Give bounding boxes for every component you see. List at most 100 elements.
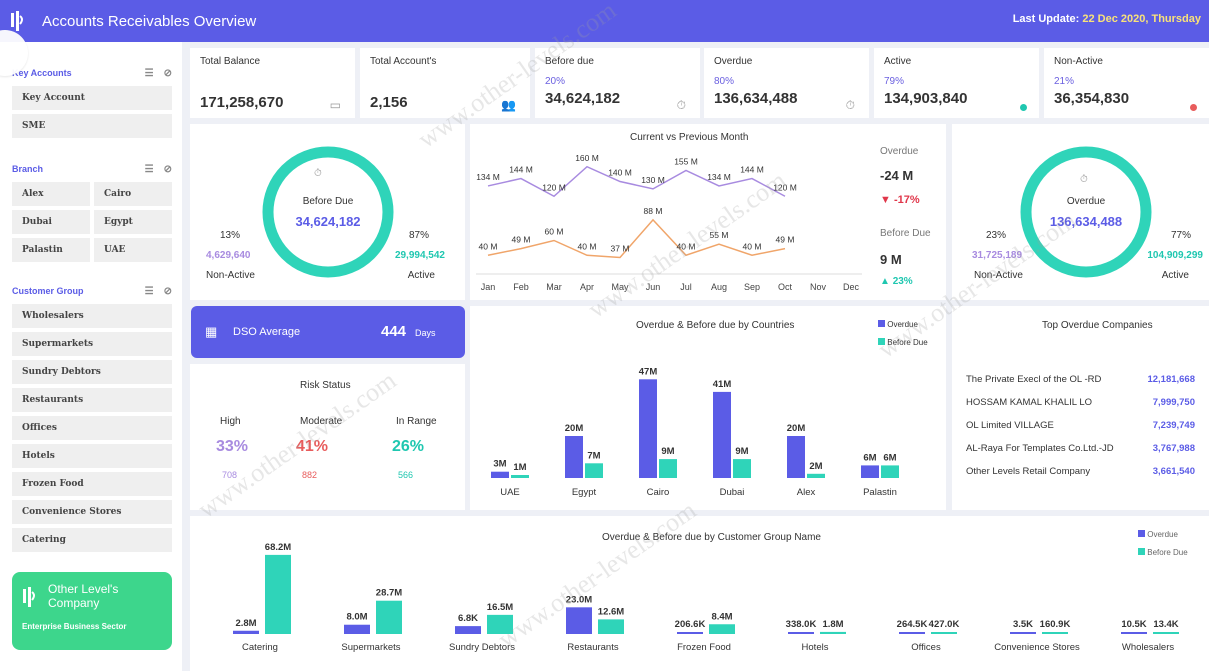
- slicer-item-uae[interactable]: UAE: [94, 238, 172, 262]
- multi-select-icon[interactable]: ☰: [145, 164, 154, 175]
- donut-center-label: Overdue: [1066, 196, 1106, 207]
- bar: [881, 465, 899, 478]
- bar: [487, 614, 513, 634]
- slicer-item[interactable]: Wholesalers: [12, 304, 172, 328]
- data-label: 120 M: [773, 182, 797, 192]
- data-label: 9M: [661, 446, 674, 457]
- kpi-value: 171,258,670: [200, 94, 284, 111]
- company-card: Other Level's Company Enterprise Business…: [12, 572, 172, 650]
- kpi-pct: 21%: [1054, 76, 1075, 87]
- slicer-item-egypt[interactable]: Egypt: [94, 210, 172, 234]
- kpi-label: Overdue: [714, 56, 753, 67]
- bar: [1121, 632, 1147, 634]
- risk-count: 708: [222, 470, 238, 480]
- slicer-item-sme[interactable]: SME: [12, 114, 172, 138]
- risk-label: Moderate: [300, 416, 343, 427]
- top-overdue-value: 7,239,749: [1152, 420, 1195, 431]
- data-label: 3.5K: [1013, 619, 1033, 630]
- last-update: Last Update: 22 Dec 2020, Thursday: [1012, 13, 1201, 25]
- top-overdue-company: HOSSAM KAMAL KHALIL LO: [966, 397, 1093, 408]
- risk-pct: 41%: [296, 438, 329, 455]
- multi-select-icon[interactable]: ☰: [145, 286, 154, 297]
- slicer-item-dubai[interactable]: Dubai: [12, 210, 90, 234]
- x-tick-label: Dec: [843, 282, 860, 292]
- overdue-change-value: -24 M: [880, 168, 914, 183]
- data-label: 338.0K: [786, 619, 817, 630]
- slicer-item-cairo[interactable]: Cairo: [94, 182, 172, 206]
- data-label: 8.0M: [346, 612, 367, 623]
- non-active-value: 31,725,189: [972, 250, 1023, 261]
- multi-select-icon[interactable]: ☰: [145, 68, 154, 79]
- slicer-item[interactable]: Catering: [12, 528, 172, 552]
- active-pct: 87%: [408, 230, 429, 241]
- kpi-pct: 79%: [884, 76, 905, 87]
- clear-filter-icon[interactable]: ⊘: [164, 68, 172, 79]
- overdue-donut: [1020, 146, 1152, 278]
- slicer-item-palastin[interactable]: Palastin: [12, 238, 90, 262]
- slicer-item[interactable]: Sundry Debtors: [12, 360, 172, 384]
- category-label: Hotels: [802, 642, 829, 653]
- data-label: 47M: [639, 366, 658, 377]
- data-label: 2M: [809, 461, 822, 472]
- slicer-item[interactable]: Frozen Food: [12, 472, 172, 496]
- data-label: 6M: [883, 452, 896, 463]
- data-label: 140 M: [608, 168, 632, 178]
- stopwatch-filled-icon: ⏱: [1080, 174, 1088, 185]
- calendar-icon: ▦: [205, 324, 218, 339]
- clear-filter-icon[interactable]: ⊘: [164, 164, 172, 175]
- sidebar: Key Accounts ☰ ⊘ Key Account SME Branch ☰…: [0, 42, 182, 671]
- slicer-title: Branch: [12, 164, 44, 174]
- before-due-change-label: Before Due: [880, 228, 931, 239]
- bar: [807, 473, 825, 478]
- x-tick-label: Mar: [546, 282, 562, 292]
- data-label: 20M: [787, 423, 806, 434]
- active-pct: 77%: [1170, 230, 1191, 241]
- risk-label: In Range: [396, 416, 437, 427]
- data-label: 49 M: [776, 235, 795, 245]
- data-label: 1.8M: [822, 619, 843, 630]
- header-bar: Accounts Receivables Overview Last Updat…: [0, 0, 1209, 42]
- slicer-item-key-account[interactable]: Key Account: [12, 86, 172, 110]
- data-label: 88 M: [644, 206, 663, 216]
- kpi-value: 2,156: [370, 94, 408, 111]
- x-tick-label: Aug: [711, 282, 727, 292]
- slicer-item[interactable]: Supermarkets: [12, 332, 172, 356]
- bar: [566, 607, 592, 634]
- country-bar-card: Overdue & Before due by Countries Overdu…: [470, 306, 946, 510]
- category-label: Egypt: [572, 487, 597, 498]
- slicer-item[interactable]: Convenience Stores: [12, 500, 172, 524]
- bar: [455, 626, 481, 634]
- x-tick-label: May: [611, 282, 629, 292]
- stopwatch-filled-icon: ⏱: [845, 98, 855, 112]
- status-dot: [1190, 104, 1197, 111]
- bar: [265, 554, 291, 634]
- active-value: 104,909,299: [1147, 250, 1203, 261]
- top-overdue-value: 12,181,668: [1147, 374, 1195, 385]
- kpi-pct: 80%: [714, 76, 735, 87]
- slicer-item[interactable]: Restaurants: [12, 388, 172, 412]
- slicer-item[interactable]: Hotels: [12, 444, 172, 468]
- donut-center-value: 34,624,182: [295, 214, 361, 229]
- slicer-item[interactable]: Offices: [12, 416, 172, 440]
- bar: [598, 619, 624, 634]
- data-label: 28.7M: [376, 588, 402, 599]
- bar: [344, 624, 370, 634]
- kpi-value: 136,634,488: [714, 90, 798, 107]
- stopwatch-icon: ⏱: [676, 98, 686, 112]
- category-label: Catering: [242, 642, 278, 653]
- slicer-item-alex[interactable]: Alex: [12, 182, 90, 206]
- data-label: 6M: [863, 452, 876, 463]
- bar: [565, 436, 583, 478]
- top-overdue-company: Other Levels Retail Company: [966, 466, 1091, 477]
- bar: [788, 632, 814, 634]
- data-label: 7M: [587, 450, 600, 461]
- data-label: 10.5K: [1121, 619, 1146, 630]
- data-label: 23.0M: [566, 594, 592, 605]
- bar: [677, 632, 703, 634]
- clear-filter-icon[interactable]: ⊘: [164, 286, 172, 297]
- bar: [931, 632, 957, 634]
- bar: [733, 459, 751, 478]
- kpi-value: 34,624,182: [545, 90, 621, 107]
- top-overdue-title: Top Overdue Companies: [1042, 320, 1153, 331]
- stopwatch-icon: ⏱: [314, 168, 322, 179]
